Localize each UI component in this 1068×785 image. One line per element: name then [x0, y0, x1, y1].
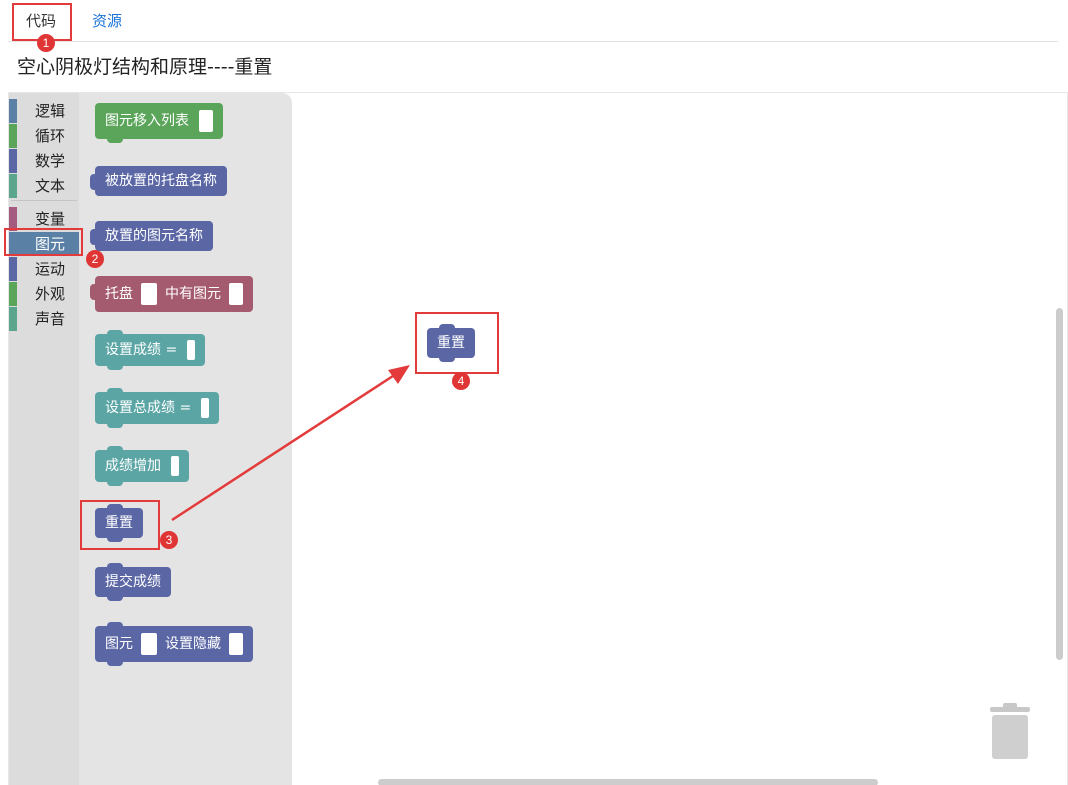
- block-reset[interactable]: 重置: [95, 504, 143, 542]
- block-set-score[interactable]: 设置成绩 =: [95, 330, 206, 370]
- category-color-bar: [9, 232, 17, 256]
- step-badge-3: 3: [160, 531, 178, 549]
- step-badge-1: 1: [37, 34, 55, 52]
- input-slot[interactable]: [229, 283, 243, 305]
- input-slot[interactable]: [199, 110, 213, 132]
- tab-bar: 代码 资源: [8, 0, 1058, 42]
- category-color-bar: [9, 257, 17, 281]
- category-text[interactable]: 文本: [9, 174, 79, 198]
- block-tray-has-sprite[interactable]: 托盘 中有图元: [90, 276, 253, 312]
- category-logic[interactable]: 逻辑: [9, 99, 79, 123]
- input-slot[interactable]: [229, 633, 243, 655]
- step-badge-4: 4: [452, 372, 470, 390]
- step-badge-2: 2: [86, 250, 104, 268]
- horizontal-scrollbar[interactable]: [378, 779, 878, 785]
- block-set-total-score[interactable]: 设置总成绩 =: [95, 388, 220, 428]
- category-motion[interactable]: 运动: [9, 257, 79, 281]
- block-label: 被放置的托盘名称: [105, 173, 217, 189]
- block-label: 重置: [437, 335, 465, 351]
- block-label-2: 设置隐藏: [165, 636, 221, 652]
- block-sprite-set-hidden[interactable]: 图元 设置隐藏: [95, 622, 253, 666]
- block-label: 设置成绩 =: [105, 342, 178, 358]
- blockly-workspace[interactable]: 逻辑 循环 数学 文本 变量 图元 运动 外观 声音 图元移入列表 被放置的托盘…: [8, 92, 1068, 785]
- block-submit-score[interactable]: 提交成绩: [95, 563, 171, 601]
- category-label: 变量: [35, 210, 66, 228]
- vertical-scrollbar[interactable]: [1056, 308, 1063, 660]
- category-label: 声音: [35, 310, 66, 328]
- block-label: 成绩增加: [105, 458, 161, 474]
- category-math[interactable]: 数学: [9, 149, 79, 173]
- category-label: 循环: [35, 127, 66, 145]
- input-slot[interactable]: [141, 283, 157, 305]
- input-slot[interactable]: [171, 456, 179, 476]
- category-label: 文本: [35, 177, 66, 195]
- block-label: 图元: [105, 636, 133, 652]
- block-placed-sprite-name[interactable]: 放置的图元名称: [90, 221, 213, 251]
- category-color-bar: [9, 174, 17, 198]
- block-placed-tray-name[interactable]: 被放置的托盘名称: [90, 166, 227, 196]
- tab-resources[interactable]: 资源: [78, 0, 136, 42]
- category-sprites[interactable]: 图元: [9, 232, 79, 256]
- toolbox-separator: [11, 200, 77, 201]
- input-slot[interactable]: [187, 340, 196, 360]
- block-label-2: 中有图元: [165, 286, 221, 302]
- block-label: 图元移入列表: [105, 113, 189, 129]
- block-label: 设置总成绩 =: [105, 400, 192, 416]
- category-color-bar: [9, 282, 17, 306]
- category-label: 运动: [35, 260, 66, 278]
- category-label: 逻辑: [35, 102, 66, 120]
- block-label: 托盘: [105, 286, 133, 302]
- block-flyout: 图元移入列表 被放置的托盘名称 放置的图元名称 托盘 中有图元 设置成绩 = 设置…: [79, 93, 292, 785]
- block-label: 重置: [105, 515, 133, 531]
- category-variables[interactable]: 变量: [9, 207, 79, 231]
- trash-icon[interactable]: [988, 703, 1032, 759]
- category-color-bar: [9, 307, 17, 331]
- category-color-bar: [9, 149, 17, 173]
- page-title: 空心阴极灯结构和原理----重置: [17, 56, 273, 78]
- category-loops[interactable]: 循环: [9, 124, 79, 148]
- block-label: 提交成绩: [105, 574, 161, 590]
- toolbox: 逻辑 循环 数学 文本 变量 图元 运动 外观 声音: [9, 93, 79, 785]
- block-move-to-list[interactable]: 图元移入列表: [95, 103, 223, 143]
- category-color-bar: [9, 207, 17, 231]
- category-label: 图元: [35, 235, 66, 253]
- category-sound[interactable]: 声音: [9, 307, 79, 331]
- category-color-bar: [9, 124, 17, 148]
- category-color-bar: [9, 99, 17, 123]
- category-label: 数学: [35, 152, 66, 170]
- block-label: 放置的图元名称: [105, 228, 203, 244]
- category-label: 外观: [35, 285, 66, 303]
- input-slot[interactable]: [141, 633, 157, 655]
- input-slot[interactable]: [201, 398, 210, 418]
- category-looks[interactable]: 外观: [9, 282, 79, 306]
- block-add-score[interactable]: 成绩增加: [95, 446, 189, 486]
- canvas-block-reset[interactable]: 重置: [427, 324, 475, 362]
